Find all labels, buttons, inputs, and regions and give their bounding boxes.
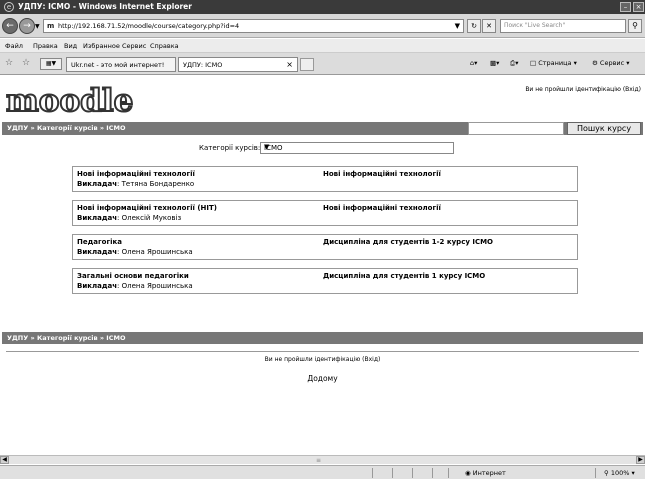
scroll-grip-icon[interactable]: ≡ xyxy=(316,457,321,464)
course-teacher: Викладач: Тетяна Бондаренко xyxy=(77,180,195,188)
tools-menu[interactable]: ⚙ Сервис ▾ xyxy=(592,59,630,67)
zoom-level[interactable]: ⚲ 100% ▾ xyxy=(604,469,635,477)
address-bar[interactable]: m http://192.168.71.52/moodle/course/cat… xyxy=(43,19,464,33)
favorites-star-icon[interactable]: ☆ xyxy=(5,58,13,68)
close-tab-icon[interactable]: × xyxy=(286,60,293,69)
search-placeholder: Поиск "Live Search" xyxy=(504,22,566,29)
stop-icon[interactable]: ✕ xyxy=(482,19,496,33)
home-link[interactable]: Додому xyxy=(0,374,645,383)
course-teacher: Викладач: Олена Ярошинська xyxy=(77,248,193,256)
search-icon[interactable]: ⚲ xyxy=(628,19,642,33)
search-input[interactable]: Поиск "Live Search" xyxy=(500,19,626,33)
course-search-input[interactable] xyxy=(468,122,564,135)
menu-bar: Файл Правка Вид Избранное Сервис Справка xyxy=(0,39,645,53)
category-label: Категорії курсів: xyxy=(199,144,261,152)
home-icon[interactable]: ⌂▾ xyxy=(470,59,477,67)
search-courses-button[interactable]: Пошук курсу xyxy=(567,122,641,135)
back-icon[interactable]: ← xyxy=(2,18,18,34)
horizontal-scrollbar[interactable]: ◀ ≡ ▶ xyxy=(0,455,645,464)
address-toolbar: ← → ▼ m http://192.168.71.52/moodle/cour… xyxy=(0,14,645,38)
tab-udpu[interactable]: УДПУ: ICMO × xyxy=(178,57,298,72)
chevron-down-icon[interactable]: ▼ xyxy=(264,143,448,151)
window-title: УДПУ: ICMO - Windows Internet Explorer xyxy=(18,2,192,11)
course-box: Нові інформаційні технології Викладач: Т… xyxy=(72,166,578,192)
navigation-bar: УДПУ » Категорії курсів » ICMO Пошук кур… xyxy=(2,122,643,135)
tab-bar: ☆ ☆ ▦▼ Ukr.net - это мой интернет! УДПУ:… xyxy=(0,53,645,75)
status-bar: ◉ Интернет ⚲ 100% ▾ xyxy=(0,465,645,479)
tab-label: УДПУ: ICMO xyxy=(183,61,223,69)
moodle-logo[interactable]: moodle xyxy=(5,82,134,120)
footer-divider xyxy=(6,351,639,352)
window-titlebar: e УДПУ: ICMO - Windows Internet Explorer… xyxy=(0,0,645,14)
ie-logo-icon: e xyxy=(4,2,14,12)
address-dropdown-icon[interactable]: ▼ xyxy=(455,22,460,30)
history-dropdown-icon[interactable]: ▼ xyxy=(35,23,40,30)
menu-tools[interactable]: Сервис xyxy=(122,42,146,50)
course-box: Загальні основи педагогіки Викладач: Оле… xyxy=(72,268,578,294)
refresh-icon[interactable]: ↻ xyxy=(467,19,481,33)
menu-favorites[interactable]: Избранное xyxy=(83,42,120,50)
add-favorite-icon[interactable]: ☆ xyxy=(22,58,30,68)
scroll-right-icon[interactable]: ▶ xyxy=(636,456,645,464)
quick-tabs-icon[interactable]: ▦▼ xyxy=(40,58,62,70)
breadcrumb[interactable]: УДПУ » Категорії курсів » ICMO xyxy=(7,124,126,132)
course-box: Нові інформаційні технології (НІТ) Викла… xyxy=(72,200,578,226)
menu-file[interactable]: Файл xyxy=(5,42,23,50)
favicon-icon: m xyxy=(47,22,55,30)
course-name-link[interactable]: Нові інформаційні технології xyxy=(77,170,195,178)
login-status-top[interactable]: Ви не пройшли ідентифікацію (Вхід) xyxy=(525,86,641,93)
course-teacher: Викладач: Олексій Муковіз xyxy=(77,214,182,222)
minimize-button[interactable]: – xyxy=(620,2,631,12)
course-box: Педагогіка Викладач: Олена Ярошинська Ди… xyxy=(72,234,578,260)
category-select[interactable]: ICMO ▼ xyxy=(260,142,454,154)
feeds-icon[interactable]: ▩▾ xyxy=(490,59,499,67)
course-summary: Дисципліна для студентів 1-2 курсу ICMO xyxy=(323,238,493,246)
course-name-link[interactable]: Педагогіка xyxy=(77,238,122,246)
close-window-button[interactable]: × xyxy=(633,2,644,12)
menu-edit[interactable]: Правка xyxy=(33,42,58,50)
course-summary: Нові інформаційні технології xyxy=(323,204,441,212)
navigation-bar-bottom: УДПУ » Категорії курсів » ICMO xyxy=(2,332,643,344)
forward-icon[interactable]: → xyxy=(19,18,35,34)
tab-ukrnet[interactable]: Ukr.net - это мой интернет! xyxy=(66,57,176,72)
scroll-left-icon[interactable]: ◀ xyxy=(0,456,9,464)
print-icon[interactable]: ⎙▾ xyxy=(510,59,518,68)
course-name-link[interactable]: Загальні основи педагогіки xyxy=(77,272,189,280)
menu-view[interactable]: Вид xyxy=(64,42,77,50)
login-status-footer[interactable]: Ви не пройшли ідентифікацію (Вхід) xyxy=(0,356,645,363)
category-selector-row: Категорії курсів: ICMO ▼ xyxy=(0,141,645,155)
menu-help[interactable]: Справка xyxy=(150,42,179,50)
breadcrumb-bottom[interactable]: УДПУ » Категорії курсів » ICMO xyxy=(7,334,126,342)
page-menu[interactable]: □ Страница ▾ xyxy=(530,59,577,67)
address-url[interactable]: http://192.168.71.52/moodle/course/categ… xyxy=(58,22,239,30)
new-tab-button[interactable] xyxy=(300,58,314,71)
course-name-link[interactable]: Нові інформаційні технології (НІТ) xyxy=(77,204,217,212)
course-summary: Дисципліна для студентів 1 курсу ICMO xyxy=(323,272,486,280)
security-zone: ◉ Интернет xyxy=(465,469,506,477)
tab-label: Ukr.net - это мой интернет! xyxy=(71,61,165,69)
course-summary: Нові інформаційні технології xyxy=(323,170,441,178)
course-teacher: Викладач: Олена Ярошинська xyxy=(77,282,193,290)
